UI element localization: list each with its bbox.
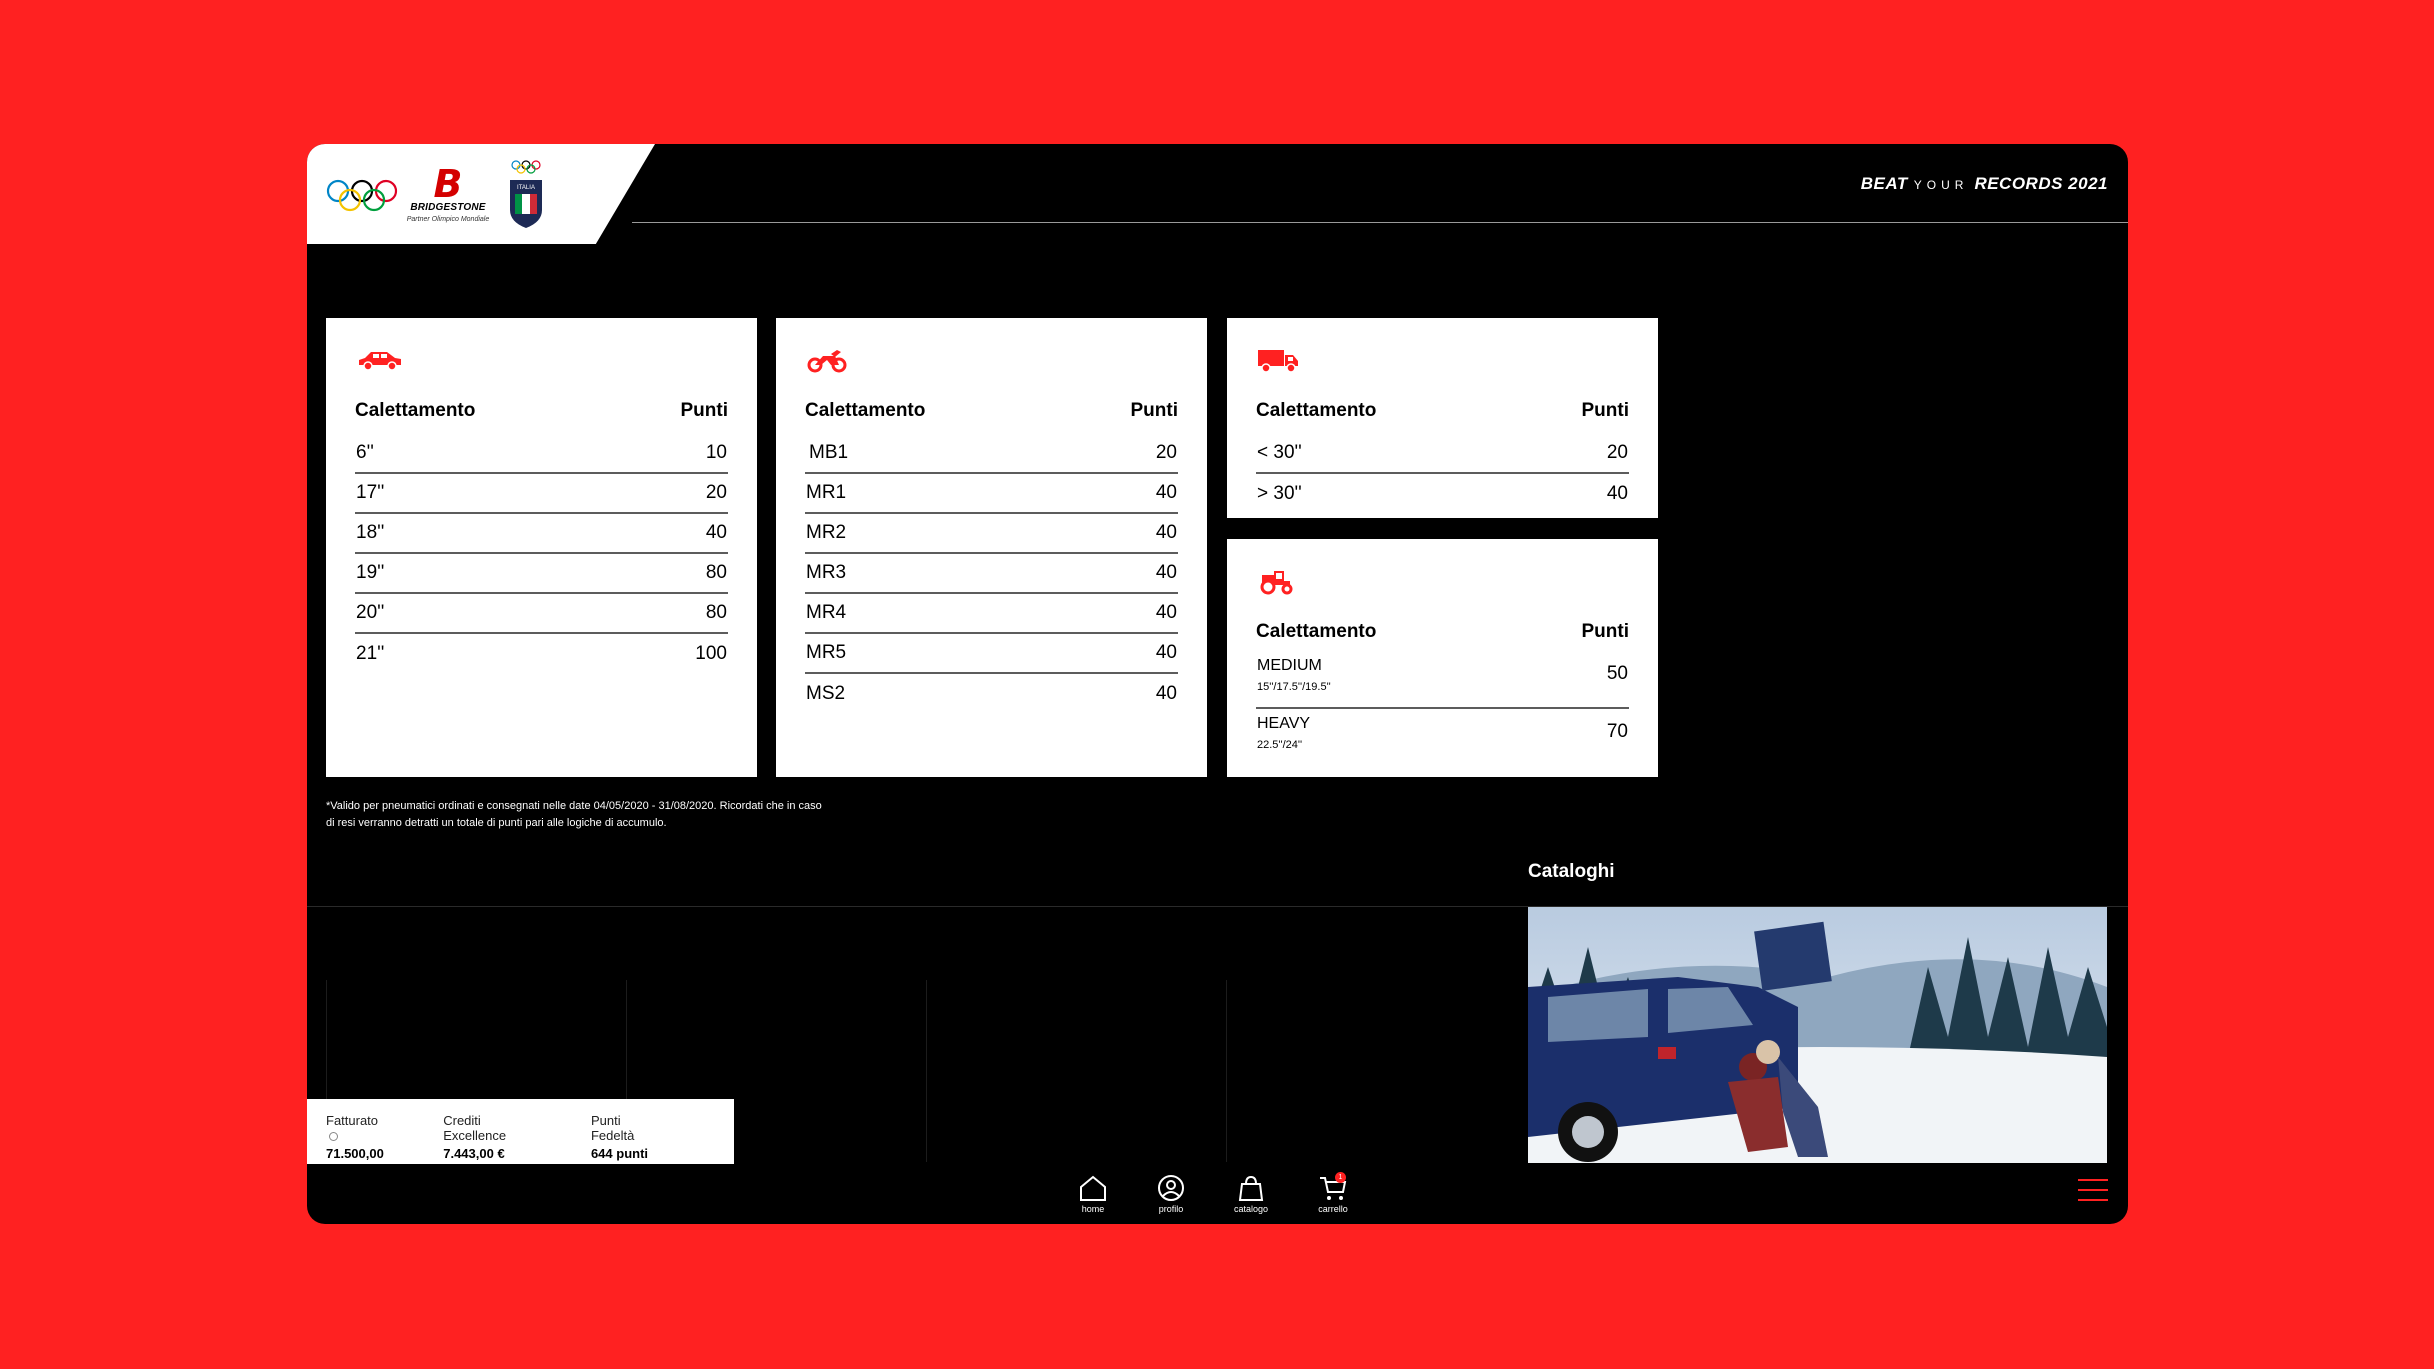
stat-crediti: Crediti Excellence 7.443,00 € bbox=[443, 1113, 507, 1161]
motorcycle-icon bbox=[807, 350, 847, 373]
table-row: MR5 40 bbox=[805, 634, 1178, 674]
winter-car-scene bbox=[1528, 907, 2107, 1163]
table-header: Calettamento Punti bbox=[805, 400, 1178, 421]
cart-count-badge: 1 bbox=[1335, 1172, 1346, 1183]
shopping-bag-icon bbox=[1238, 1175, 1264, 1201]
table-row: 19'' 80 bbox=[355, 554, 728, 594]
tractor-points-card: Calettamento Punti MEDIUM 15''/17.5''/19.… bbox=[1227, 539, 1658, 777]
table-header: Calettamento Punti bbox=[355, 400, 728, 421]
divider bbox=[926, 980, 927, 1162]
truck-points-card: Calettamento Punti < 30'' 20 > 30'' 40 bbox=[1227, 318, 1658, 518]
info-icon[interactable] bbox=[329, 1132, 338, 1142]
tractor-table: MEDIUM 15''/17.5''/19.5'' 50 HEAVY 22.5''/… bbox=[1256, 651, 1629, 767]
table-header: Calettamento Punti bbox=[1256, 400, 1629, 421]
table-row: 17'' 20 bbox=[355, 474, 728, 514]
campaign-title: BEAT YOUR RECORDS 2021 bbox=[1860, 174, 2108, 193]
divider bbox=[1226, 980, 1227, 1162]
table-row: > 30'' 40 bbox=[1257, 483, 1628, 504]
car-points-card: Calettamento Punti 6'' 10 17'' 20 18'' 40 1… bbox=[326, 318, 757, 777]
app-window: B BRIDGESTONE Partner Olimpico Mondiale … bbox=[307, 144, 2128, 1224]
bridgestone-b-icon: B bbox=[433, 162, 463, 206]
account-stats-bar: Fatturato 71.500,00 € Crediti Excellence… bbox=[307, 1099, 734, 1176]
table-row: MS2 40 bbox=[806, 683, 1177, 704]
table-row: MB1 20 bbox=[805, 434, 1178, 474]
table-row: MR4 40 bbox=[805, 594, 1178, 634]
motorcycle-table: MB1 20 MR1 40 MR2 40 MR3 40 MR4 40 MR5 40 MS2 4… bbox=[805, 434, 1178, 714]
menu-icon[interactable] bbox=[2078, 1179, 2108, 1203]
truck-icon bbox=[1258, 350, 1298, 373]
truck-table: < 30'' 20 > 30'' 40 bbox=[1256, 434, 1629, 514]
table-row: < 30'' 20 bbox=[1256, 434, 1629, 474]
bridgestone-logo: B BRIDGESTONE Partner Olimpico Mondiale bbox=[406, 162, 490, 223]
nav-home[interactable]: home bbox=[1063, 1174, 1123, 1214]
home-icon bbox=[1080, 1175, 1106, 1201]
bottom-nav: home profilo catalogo 1 carrello bbox=[307, 1164, 2128, 1224]
table-row: HEAVY 22.5''/24'' 70 bbox=[1257, 715, 1628, 751]
logo-panel: B BRIDGESTONE Partner Olimpico Mondiale … bbox=[307, 144, 655, 244]
nav-profile[interactable]: profilo bbox=[1141, 1174, 1201, 1214]
car-table: 6'' 10 17'' 20 18'' 40 19'' 80 20'' 80 21'' 10… bbox=[355, 434, 728, 674]
user-icon bbox=[1158, 1175, 1184, 1201]
table-row: 18'' 40 bbox=[355, 514, 728, 554]
olympic-rings-icon bbox=[326, 179, 398, 212]
table-row: MR2 40 bbox=[805, 514, 1178, 554]
validity-note: *Valido per pneumatici ordinati e conseg… bbox=[326, 800, 822, 829]
tractor-icon bbox=[1260, 571, 1293, 595]
table-row: MEDIUM 15''/17.5''/19.5'' 50 bbox=[1256, 651, 1629, 709]
italia-team-icon: ITALIA bbox=[510, 160, 542, 228]
table-row: MR3 40 bbox=[805, 554, 1178, 594]
nav-cart[interactable]: 1 carrello bbox=[1303, 1172, 1363, 1214]
stat-punti: Punti Fedeltà 644 punti bbox=[590, 1113, 649, 1161]
catalog-banner-image[interactable] bbox=[1528, 907, 2107, 1163]
table-row: 20'' 80 bbox=[355, 594, 728, 634]
nav-catalog[interactable]: catalogo bbox=[1221, 1174, 1281, 1214]
motorcycle-points-card: Calettamento Punti MB1 20 MR1 40 MR2 40 MR3… bbox=[776, 318, 1207, 777]
table-row: 21'' 100 bbox=[356, 643, 727, 664]
table-row: MR1 40 bbox=[805, 474, 1178, 514]
header-divider bbox=[632, 222, 2128, 223]
table-row: 6'' 10 bbox=[355, 434, 728, 474]
table-header: Calettamento Punti bbox=[1256, 621, 1629, 642]
italia-label: ITALIA bbox=[517, 185, 535, 191]
catalog-title: Cataloghi bbox=[1528, 861, 1615, 882]
car-icon bbox=[359, 352, 401, 371]
stat-fatturato: Fatturato 71.500,00 € bbox=[326, 1113, 384, 1176]
